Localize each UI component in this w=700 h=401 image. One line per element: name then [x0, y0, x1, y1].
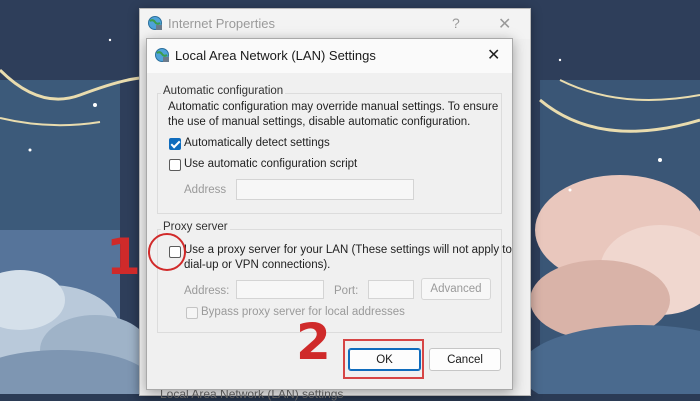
script-address-input[interactable] [236, 179, 414, 200]
step-1-highlight-circle [148, 233, 186, 271]
automatic-configuration-label: Automatic configuration [161, 85, 286, 97]
advanced-button[interactable]: Advanced [421, 278, 491, 300]
proxy-port-label: Port: [334, 285, 359, 297]
auto-config-description-line2: the use of manual settings, disable auto… [168, 116, 471, 128]
proxy-port-input[interactable] [368, 280, 414, 299]
help-button[interactable]: ? [452, 15, 460, 31]
close-icon[interactable]: ✕ [487, 45, 500, 65]
auto-config-description-line1: Automatic configuration may override man… [168, 101, 499, 113]
proxy-address-label: Address: [184, 285, 230, 297]
internet-properties-title: Internet Properties [168, 16, 275, 31]
automatically-detect-settings-checkbox[interactable] [169, 138, 181, 150]
globe-network-icon [147, 15, 163, 36]
step-2-highlight-rect [343, 339, 424, 379]
close-icon[interactable]: ✕ [498, 14, 511, 34]
globe-network-icon [154, 47, 170, 68]
use-automatic-configuration-script-checkbox[interactable] [169, 159, 181, 171]
script-address-label: Address [184, 184, 227, 196]
proxy-server-label: Proxy server [161, 221, 230, 233]
automatically-detect-settings-label: Automatically detect settings [184, 137, 330, 149]
bypass-proxy-local-checkbox[interactable] [186, 307, 198, 319]
lan-settings-title: Local Area Network (LAN) Settings [175, 48, 376, 63]
cancel-button[interactable]: Cancel [429, 348, 501, 371]
internet-properties-titlebar: Internet Properties ? ✕ [140, 9, 530, 39]
step-1-annotation: 1 [106, 228, 141, 286]
step-2-annotation: 2 [296, 313, 331, 371]
proxy-address-input[interactable] [236, 280, 324, 299]
lan-settings-titlebar: Local Area Network (LAN) Settings ✕ [147, 39, 512, 73]
use-automatic-configuration-script-label: Use automatic configuration script [184, 158, 358, 170]
use-proxy-server-label-line2: dial-up or VPN connections). [184, 259, 331, 271]
use-proxy-server-label-line1: Use a proxy server for your LAN (These s… [184, 244, 512, 256]
